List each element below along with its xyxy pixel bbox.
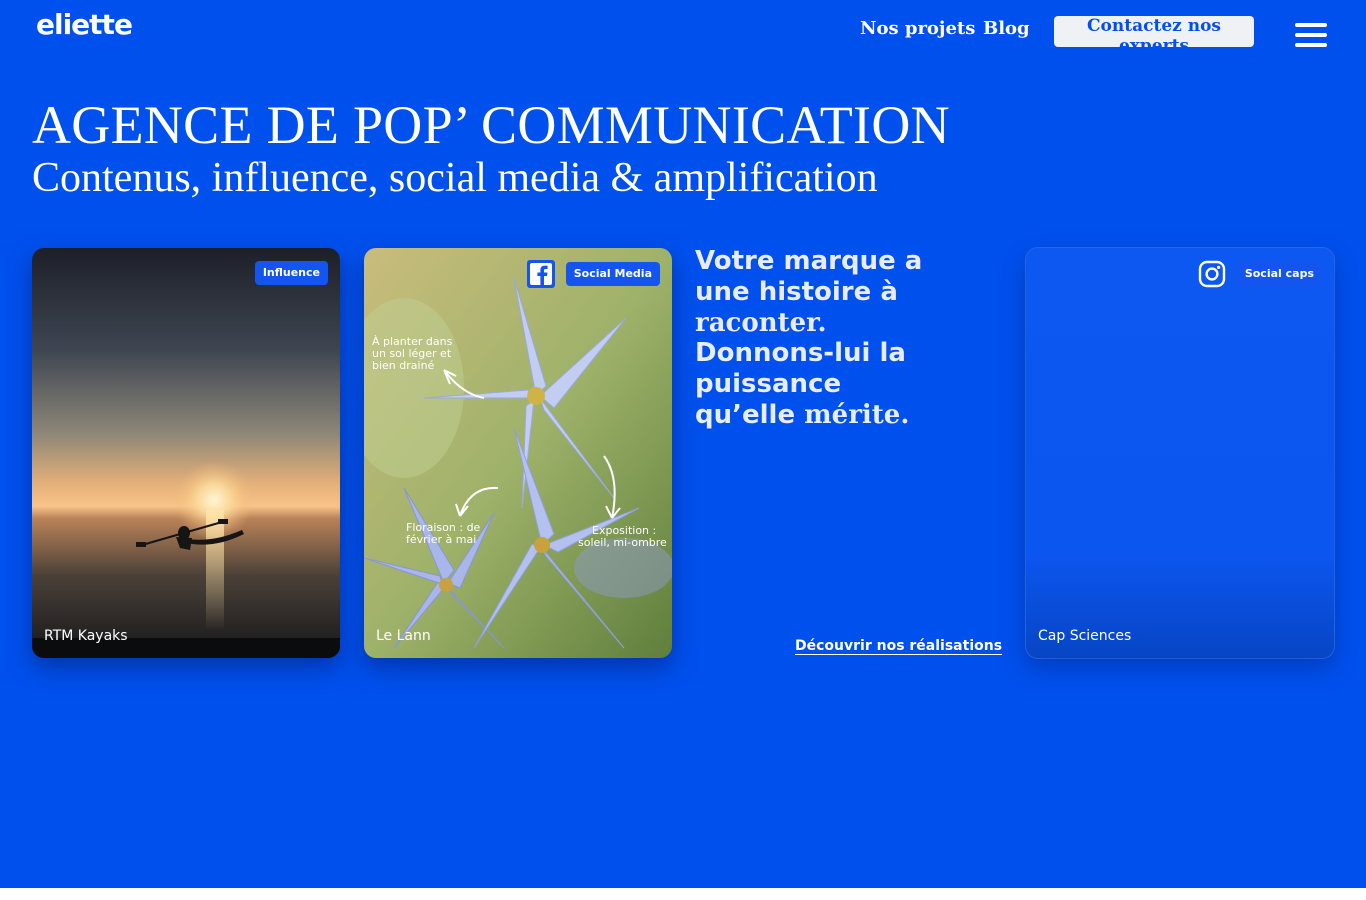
category-badge: Social caps xyxy=(1236,262,1322,286)
card-caption: Le Lann xyxy=(376,628,431,644)
page: eliette Nos projets Blog Contactez nos e… xyxy=(0,0,1366,888)
instagram-icon xyxy=(1198,260,1226,288)
menu-bar xyxy=(1295,23,1327,27)
facebook-icon xyxy=(527,260,555,288)
tagline-line: Donnons-lui la xyxy=(695,338,906,369)
discover-projects-link[interactable]: Découvrir nos réalisations xyxy=(795,638,1002,654)
tagline-line: mérite. xyxy=(804,399,910,430)
project-card-le-lann[interactable]: À planter dans un sol léger et bien drai… xyxy=(364,248,672,658)
category-badge: Social Media xyxy=(565,262,660,286)
hamburger-menu-button[interactable] xyxy=(1295,23,1329,49)
overlay-text: bien drainé xyxy=(372,359,435,372)
nav-link-blog[interactable]: Blog xyxy=(983,18,1030,39)
overlay-text: soleil, mi-ombre xyxy=(578,536,667,549)
category-badge: Influence xyxy=(254,261,328,285)
project-card-cap-sciences[interactable]: Social caps Cap Sciences xyxy=(1026,248,1334,658)
page-title: AGENCE DE POP’ COMMUNICATION xyxy=(32,95,950,155)
kayak-sunset-image xyxy=(32,248,340,658)
project-card-rtm-kayaks[interactable]: Influence RTM Kayaks xyxy=(32,248,340,658)
tagline-line: puissance xyxy=(695,369,842,400)
menu-bar xyxy=(1295,33,1327,37)
card-caption: Cap Sciences xyxy=(1038,628,1132,644)
page-subtitle: Contenus, influence, social media & ampl… xyxy=(32,155,878,201)
tagline-line: raconter. xyxy=(695,307,827,338)
card-caption: RTM Kayaks xyxy=(44,628,128,644)
menu-bar xyxy=(1295,43,1327,47)
overlay-text: février à mai xyxy=(406,533,476,546)
contact-experts-button[interactable]: Contactez nos experts xyxy=(1054,16,1254,56)
flower-image: À planter dans un sol léger et bien drai… xyxy=(364,248,672,658)
tagline: Votre marque a une histoire à raconter. … xyxy=(695,246,995,431)
tagline-line: une histoire à xyxy=(695,276,898,307)
tagline-line: qu’elle xyxy=(695,399,796,430)
nav-link-projects[interactable]: Nos projets xyxy=(860,18,975,39)
logo[interactable]: eliette xyxy=(36,8,133,41)
tagline-line: Votre marque a xyxy=(695,246,923,276)
